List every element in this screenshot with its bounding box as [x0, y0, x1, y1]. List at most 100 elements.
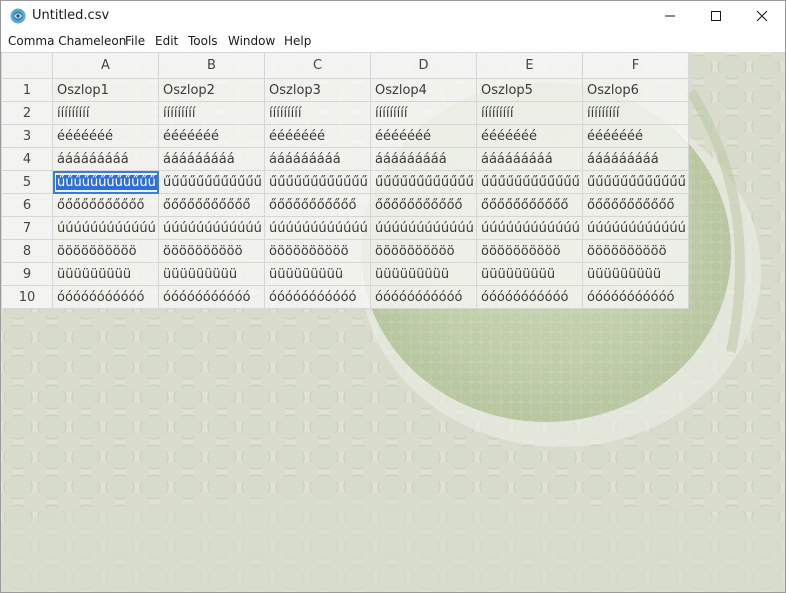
title-bar[interactable]: Untitled.csv [1, 1, 785, 31]
selected-cell-text: űűűűűűűűűűűű [56, 174, 157, 190]
cell-f4[interactable]: ááááááááá [582, 147, 689, 171]
cell-d6[interactable]: őőőőőőőőőőő [370, 193, 477, 217]
cell-c10[interactable]: óóóóóóóóóóó [264, 285, 371, 309]
table-row: 4 ááááááááá ááááááááá ááááááááá ááááááááá ááá… [1, 147, 689, 171]
cell-d2[interactable]: ííííííííí [370, 101, 477, 125]
corner-cell[interactable] [1, 52, 53, 79]
menu-file[interactable]: File [125, 34, 145, 48]
cell-d8[interactable]: öööööööööö [370, 239, 477, 263]
data-grid: A B C D E F 1 Oszlop1 Oszlop2 Oszlop3 Oszlop… [1, 52, 689, 309]
cell-a3[interactable]: ééééééé [52, 124, 159, 148]
cell-c9[interactable]: üüüüüüüüü [264, 262, 371, 286]
table-row: 10 óóóóóóóóóóó óóóóóóóóóóó óóóóóóóóóóó óóóóó… [1, 285, 689, 309]
cell-f1[interactable]: Oszlop6 [582, 78, 689, 102]
cell-e2[interactable]: ííííííííí [476, 101, 583, 125]
cell-c6[interactable]: őőőőőőőőőőő [264, 193, 371, 217]
cell-f2[interactable]: ííííííííí [582, 101, 689, 125]
table-row: 7 úúúúúúúúúúúú úúúúúúúúúúúú úúúúúúúúúúúú úúú… [1, 216, 689, 240]
menu-help[interactable]: Help [284, 34, 311, 48]
cell-a10[interactable]: óóóóóóóóóóó [52, 285, 159, 309]
table-row: 1 Oszlop1 Oszlop2 Oszlop3 Oszlop4 Oszlop5 Oszl… [1, 78, 689, 102]
cell-a9[interactable]: üüüüüüüüü [52, 262, 159, 286]
cell-e3[interactable]: ééééééé [476, 124, 583, 148]
table-row: 5 űűűűűűűűűűűű űűűűűűűűűűűű űűűűűűűűűűűű űűű… [1, 170, 689, 194]
cell-d3[interactable]: ééééééé [370, 124, 477, 148]
cell-f9[interactable]: üüüüüüüüü [582, 262, 689, 286]
row-header-4[interactable]: 4 [1, 147, 53, 171]
minimize-button[interactable] [647, 1, 693, 31]
cell-b10[interactable]: óóóóóóóóóóó [158, 285, 265, 309]
cell-e6[interactable]: őőőőőőőőőőő [476, 193, 583, 217]
row-header-5[interactable]: 5 [1, 170, 53, 194]
row-header-6[interactable]: 6 [1, 193, 53, 217]
cell-e7[interactable]: úúúúúúúúúúúú [476, 216, 583, 240]
maximize-button[interactable] [693, 1, 739, 31]
cell-b9[interactable]: üüüüüüüüü [158, 262, 265, 286]
cell-a8[interactable]: öööööööööö [52, 239, 159, 263]
row-header-10[interactable]: 10 [1, 285, 53, 309]
cell-f7[interactable]: úúúúúúúúúúúú [582, 216, 689, 240]
cell-f10[interactable]: óóóóóóóóóóó [582, 285, 689, 309]
cell-a7[interactable]: úúúúúúúúúúúú [52, 216, 159, 240]
table-row: 2 ííííííííí ííííííííí ííííííííí ííííííííí ííí… [1, 101, 689, 125]
column-header-e[interactable]: E [476, 52, 583, 79]
menu-tools[interactable]: Tools [188, 34, 218, 48]
column-header-a[interactable]: A [52, 52, 159, 79]
cell-d9[interactable]: üüüüüüüüü [370, 262, 477, 286]
cell-b4[interactable]: ááááááááá [158, 147, 265, 171]
column-header-f[interactable]: F [582, 52, 689, 79]
cell-b7[interactable]: úúúúúúúúúúúú [158, 216, 265, 240]
cell-c8[interactable]: öööööööööö [264, 239, 371, 263]
cell-d1[interactable]: Oszlop4 [370, 78, 477, 102]
cell-c1[interactable]: Oszlop3 [264, 78, 371, 102]
menu-comma-chameleon[interactable]: Comma Chameleon [8, 34, 126, 48]
menu-window[interactable]: Window [228, 34, 275, 48]
cell-c2[interactable]: ííííííííí [264, 101, 371, 125]
cell-c4[interactable]: ááááááááá [264, 147, 371, 171]
row-header-9[interactable]: 9 [1, 262, 53, 286]
cell-e1[interactable]: Oszlop5 [476, 78, 583, 102]
cell-a4[interactable]: ááááááááá [52, 147, 159, 171]
row-header-2[interactable]: 2 [1, 101, 53, 125]
cell-a6[interactable]: őőőőőőőőőőő [52, 193, 159, 217]
cell-e9[interactable]: üüüüüüüüü [476, 262, 583, 286]
cell-b8[interactable]: öööööööööö [158, 239, 265, 263]
cell-e10[interactable]: óóóóóóóóóóó [476, 285, 583, 309]
cell-c7[interactable]: úúúúúúúúúúúú [264, 216, 371, 240]
table-row: 6 őőőőőőőőőőő őőőőőőőőőőő őőőőőőőőőőő őőőőőő… [1, 193, 689, 217]
row-header-8[interactable]: 8 [1, 239, 53, 263]
cell-e4[interactable]: ááááááááá [476, 147, 583, 171]
cell-f8[interactable]: öööööööööö [582, 239, 689, 263]
cell-c3[interactable]: ééééééé [264, 124, 371, 148]
cell-a2[interactable]: ííííííííí [52, 101, 159, 125]
cell-d10[interactable]: óóóóóóóóóóó [370, 285, 477, 309]
cell-a1[interactable]: Oszlop1 [52, 78, 159, 102]
cell-b3[interactable]: ééééééé [158, 124, 265, 148]
cell-b1[interactable]: Oszlop2 [158, 78, 265, 102]
window-title: Untitled.csv [32, 8, 110, 23]
cell-f5[interactable]: űűűűűűűűűűűű [582, 170, 689, 194]
cell-b2[interactable]: ííííííííí [158, 101, 265, 125]
column-header-c[interactable]: C [264, 52, 371, 79]
close-button[interactable] [739, 1, 785, 31]
cell-b5[interactable]: űűűűűűűűűűűű [158, 170, 265, 194]
cell-f6[interactable]: őőőőőőőőőőő [582, 193, 689, 217]
cell-b6[interactable]: őőőőőőőőőőő [158, 193, 265, 217]
column-header-d[interactable]: D [370, 52, 477, 79]
cell-a5[interactable]: űűűűűűűűűűűű [52, 170, 159, 194]
row-header-7[interactable]: 7 [1, 216, 53, 240]
cell-d4[interactable]: ááááááááá [370, 147, 477, 171]
cell-c5[interactable]: űűűűűűűűűűűű [264, 170, 371, 194]
app-window: Untitled.csv Comma Chameleon File Edit T… [0, 0, 786, 593]
chameleon-app-icon [10, 8, 26, 24]
table-row: 3 ééééééé ééééééé ééééééé ééééééé ééééééé éééé… [1, 124, 689, 148]
cell-d5[interactable]: űűűűűűűűűűűű [370, 170, 477, 194]
cell-f3[interactable]: ééééééé [582, 124, 689, 148]
cell-d7[interactable]: úúúúúúúúúúúú [370, 216, 477, 240]
column-header-b[interactable]: B [158, 52, 265, 79]
cell-e8[interactable]: öööööööööö [476, 239, 583, 263]
row-header-1[interactable]: 1 [1, 78, 53, 102]
menu-edit[interactable]: Edit [155, 34, 178, 48]
cell-e5[interactable]: űűűűűűűűűűűű [476, 170, 583, 194]
row-header-3[interactable]: 3 [1, 124, 53, 148]
